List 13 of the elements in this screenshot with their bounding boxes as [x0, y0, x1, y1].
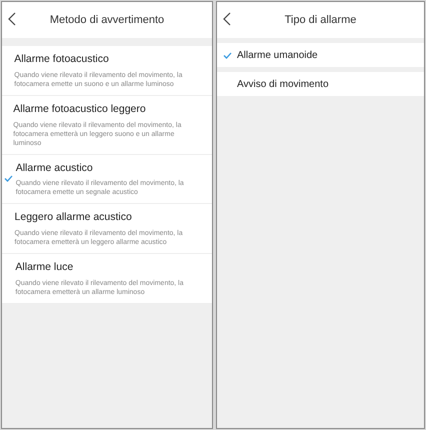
option-title: Avviso di movimento — [237, 78, 329, 92]
screen-title: Metodo di avvertimento — [50, 12, 164, 28]
option-title: Leggero allarme acustico — [14, 210, 133, 226]
option-title: Allarme luce — [15, 260, 74, 275]
screen-title: Tipo di allarme — [284, 12, 356, 28]
option-item[interactable]: Avviso di movimento — [217, 72, 424, 96]
option-item[interactable]: Allarme umanoide — [217, 43, 424, 67]
back-icon — [8, 12, 16, 26]
back-icon — [223, 12, 231, 26]
option-title: Allarme fotoacustico leggero — [13, 102, 147, 117]
option-title: Allarme umanoide — [237, 48, 318, 62]
option-title: Allarme acustico — [16, 160, 94, 176]
option-title: Allarme fotoacustico — [14, 52, 110, 67]
